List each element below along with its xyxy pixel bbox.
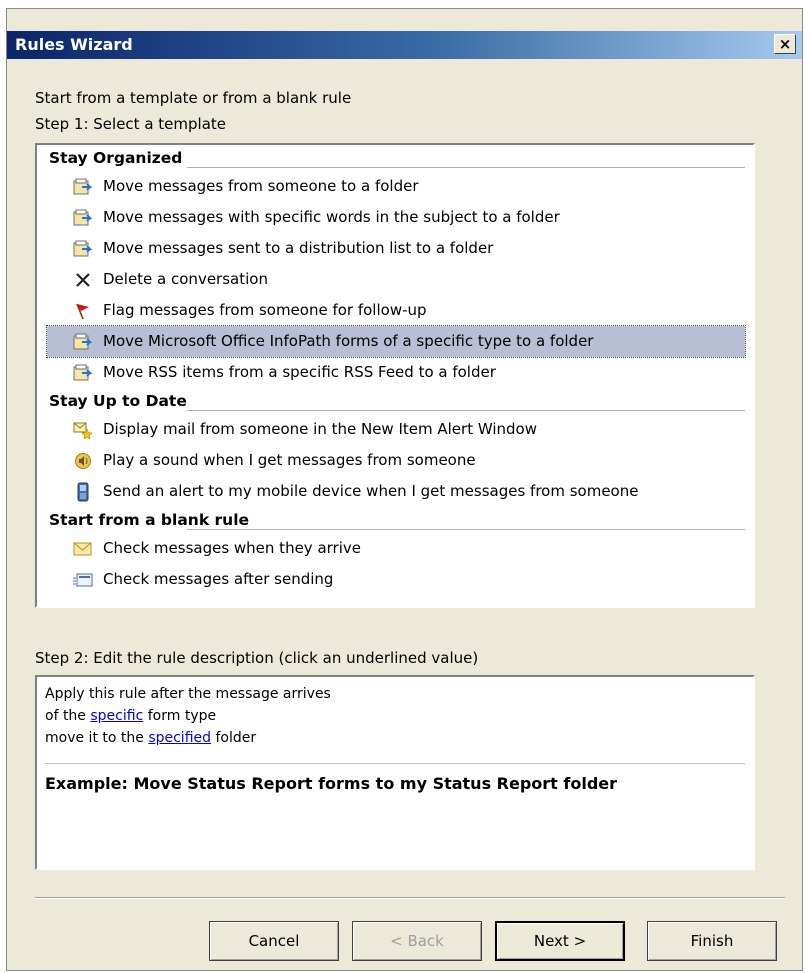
desc-text: of the: [45, 708, 91, 724]
template-label: Move RSS items from a specific RSS Feed …: [103, 363, 496, 381]
envelope-icon: [73, 539, 93, 559]
finish-button[interactable]: Finish: [647, 921, 777, 961]
title-bar: Rules Wizard ×: [7, 31, 802, 59]
step1-label: Step 1: Select a template: [35, 115, 227, 133]
red-flag-icon: [73, 301, 93, 321]
template-item[interactable]: Flag messages from someone for follow-up: [37, 295, 753, 326]
template-label: Flag messages from someone for follow-up: [103, 301, 427, 319]
separator: [45, 763, 745, 764]
specified-folder-link[interactable]: specified: [148, 730, 211, 746]
move-to-folder-icon: [73, 239, 93, 259]
desc-text: form type: [143, 708, 217, 724]
desc-line-2: of the specific form type: [45, 705, 745, 727]
rule-description: Apply this rule after the message arrive…: [35, 675, 755, 870]
group-stay-up-to-date: Stay Up to Date: [37, 388, 753, 414]
template-label: Move Microsoft Office InfoPath forms of …: [103, 332, 594, 350]
template-label: Move messages from someone to a folder: [103, 177, 419, 195]
template-label: Move messages with specific words in the…: [103, 208, 560, 226]
desc-text: folder: [211, 730, 257, 746]
template-label: Delete a conversation: [103, 270, 268, 288]
new-item-alert-icon: [73, 420, 93, 440]
close-icon[interactable]: ×: [774, 34, 796, 54]
template-item[interactable]: Move RSS items from a specific RSS Feed …: [37, 357, 753, 388]
intro-label: Start from a template or from a blank ru…: [35, 89, 352, 107]
desc-text: move it to the: [45, 730, 149, 746]
template-item-selected[interactable]: Move Microsoft Office InfoPath forms of …: [46, 325, 746, 358]
specific-form-type-link[interactable]: specific: [90, 708, 143, 724]
template-label: Check messages after sending: [103, 570, 334, 588]
desc-line-1: Apply this rule after the message arrive…: [45, 686, 331, 702]
cancel-button[interactable]: Cancel: [209, 921, 339, 961]
group-stay-organized: Stay Organized: [37, 145, 753, 171]
template-list[interactable]: Stay Organized Move messages from someon…: [35, 143, 755, 608]
move-to-folder-icon: [73, 177, 93, 197]
template-item[interactable]: Play a sound when I get messages from so…: [37, 445, 753, 476]
mobile-device-icon: [73, 482, 93, 502]
step2-label: Step 2: Edit the rule description (click…: [35, 649, 479, 667]
move-to-folder-icon: [73, 208, 93, 228]
move-to-folder-icon: [73, 363, 93, 383]
next-button[interactable]: Next >: [495, 921, 625, 961]
template-item[interactable]: Display mail from someone in the New Ite…: [37, 414, 753, 445]
back-button[interactable]: < Back: [352, 921, 482, 961]
sent-message-icon: [73, 570, 93, 590]
template-item[interactable]: Check messages after sending: [37, 564, 753, 595]
rules-wizard-dialog: Rules Wizard × Start from a template or …: [6, 8, 803, 971]
delete-x-icon: [73, 270, 93, 290]
button-divider: [35, 897, 785, 899]
template-label: Display mail from someone in the New Ite…: [103, 420, 537, 438]
example-text: Example: Move Status Report forms to my …: [45, 774, 618, 793]
move-to-folder-icon: [73, 332, 93, 352]
template-label: Check messages when they arrive: [103, 539, 361, 557]
template-item[interactable]: Check messages when they arrive: [37, 533, 753, 564]
template-label: Play a sound when I get messages from so…: [103, 451, 476, 469]
template-label: Move messages sent to a distribution lis…: [103, 239, 494, 257]
sound-icon: [73, 451, 93, 471]
template-item[interactable]: Delete a conversation: [37, 264, 753, 295]
template-item[interactable]: Send an alert to my mobile device when I…: [37, 476, 753, 507]
window-title: Rules Wizard: [15, 35, 133, 54]
template-item[interactable]: Move messages with specific words in the…: [37, 202, 753, 233]
group-start-from-blank-rule: Start from a blank rule: [37, 507, 753, 533]
template-item[interactable]: Move messages sent to a distribution lis…: [37, 233, 753, 264]
template-item[interactable]: Move messages from someone to a folder: [37, 171, 753, 202]
template-label: Send an alert to my mobile device when I…: [103, 482, 639, 500]
desc-line-3: move it to the specified folder: [45, 727, 745, 749]
